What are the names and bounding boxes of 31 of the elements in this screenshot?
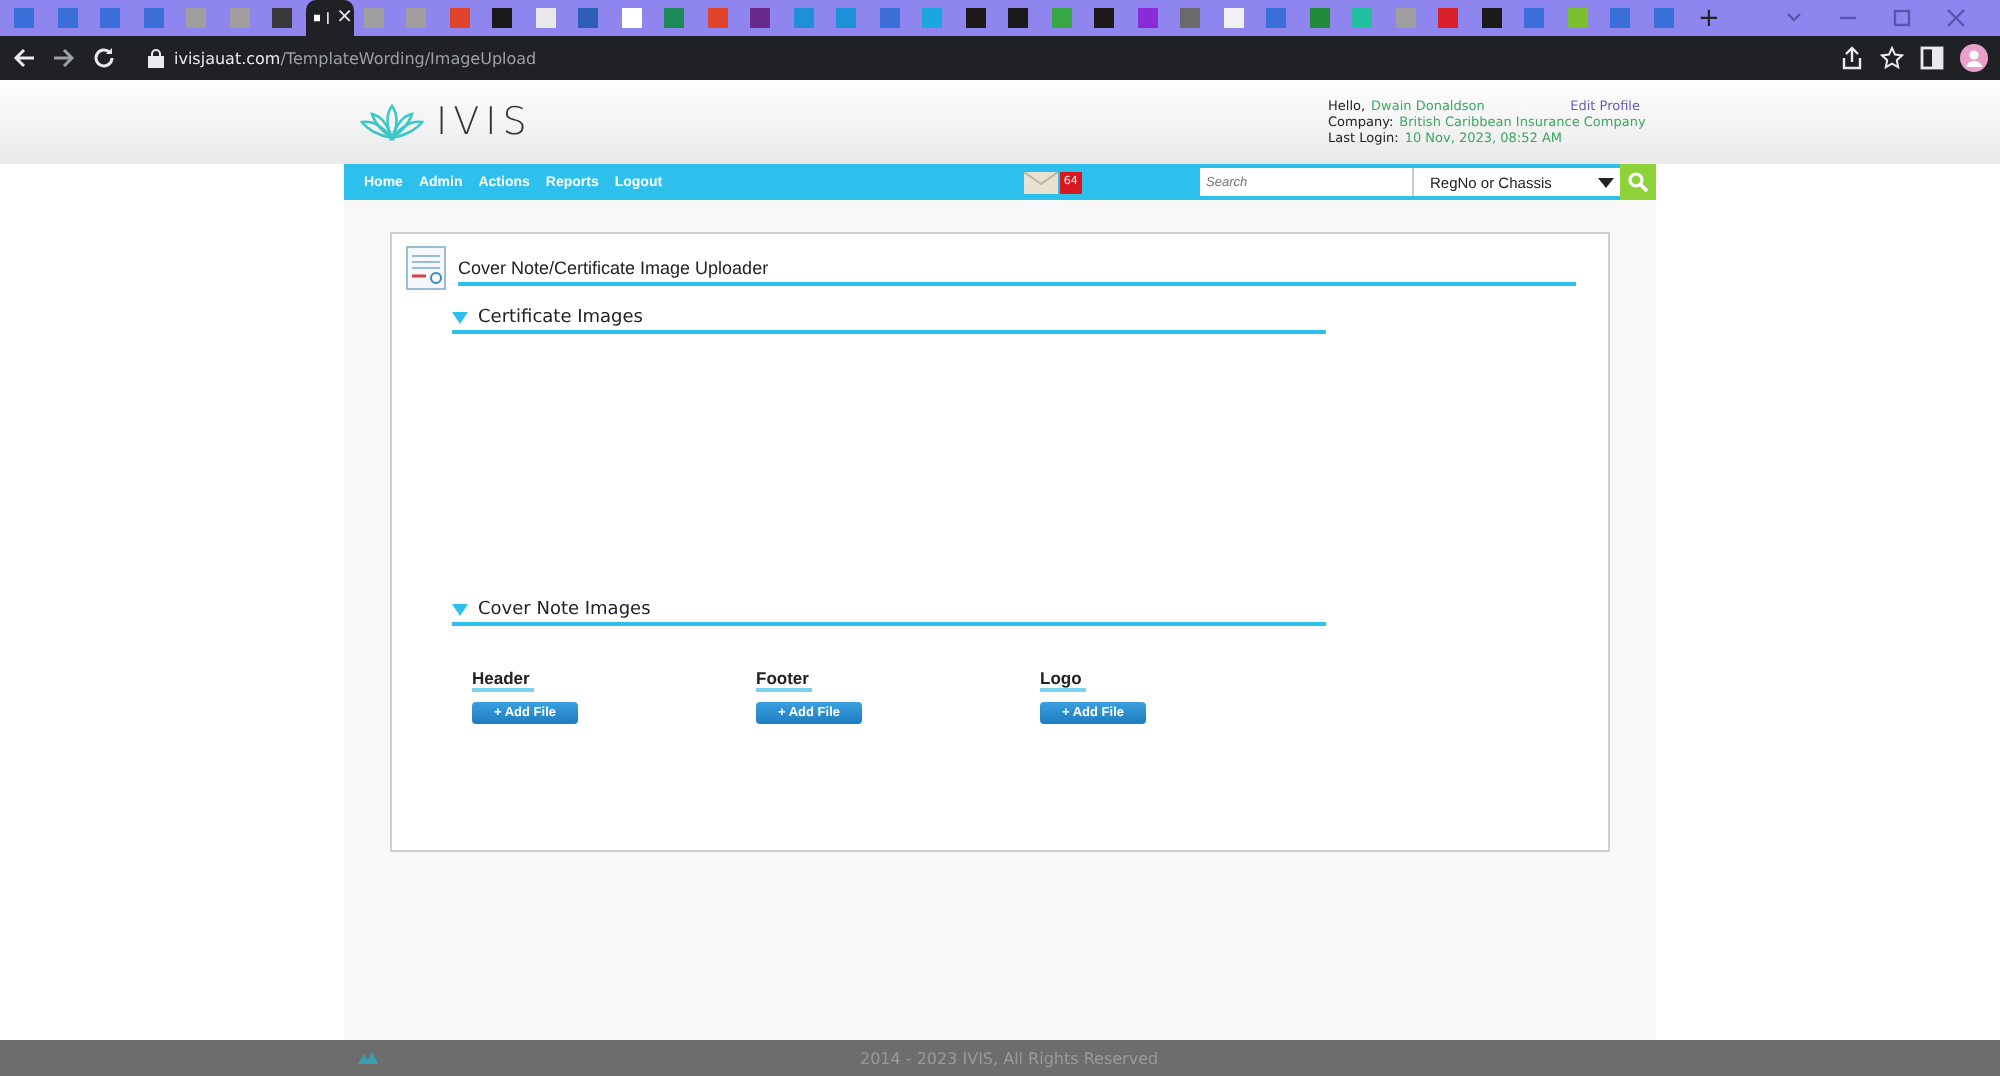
upload-label: Logo <box>1040 668 1086 692</box>
tab-title: I <box>325 9 331 27</box>
section-header[interactable]: Cover Note Images <box>452 586 1326 626</box>
maximize-icon[interactable] <box>1892 8 1912 28</box>
close-tab-button[interactable]: × <box>336 8 353 28</box>
close-icon[interactable] <box>1946 8 1966 28</box>
search-button[interactable] <box>1620 164 1656 200</box>
browser-tab[interactable]: I × <box>305 0 353 36</box>
new-tab-button[interactable]: + <box>1698 5 1720 31</box>
reload-icon[interactable] <box>92 46 116 70</box>
dropdown-caret-icon <box>1598 177 1614 187</box>
upload-label: Header <box>472 668 534 692</box>
share-icon[interactable] <box>1840 46 1864 70</box>
section-header[interactable]: Certificate Images <box>452 294 1326 334</box>
certificate-icon <box>406 246 446 290</box>
back-icon[interactable] <box>12 46 36 70</box>
panel-title: Cover Note/Certificate Image Uploader <box>458 250 1576 286</box>
upload-label: Footer <box>756 668 813 692</box>
lotus-logo-icon <box>360 102 424 142</box>
avatar-icon[interactable] <box>1960 44 1988 72</box>
logo-text: IVIS <box>436 100 533 144</box>
envelope-icon[interactable] <box>1023 171 1058 193</box>
sidebar-icon[interactable] <box>1920 46 1944 70</box>
star-icon[interactable] <box>1880 46 1904 70</box>
expanded-triangle-icon <box>452 604 468 616</box>
lock-icon <box>148 48 164 68</box>
forward-icon[interactable] <box>52 46 76 70</box>
url-text: ivisjauat.com/TemplateWording/ImageUpload <box>174 49 537 67</box>
small-logo-icon <box>356 1050 380 1066</box>
expanded-triangle-icon <box>452 312 468 324</box>
search-icon <box>1628 172 1648 192</box>
